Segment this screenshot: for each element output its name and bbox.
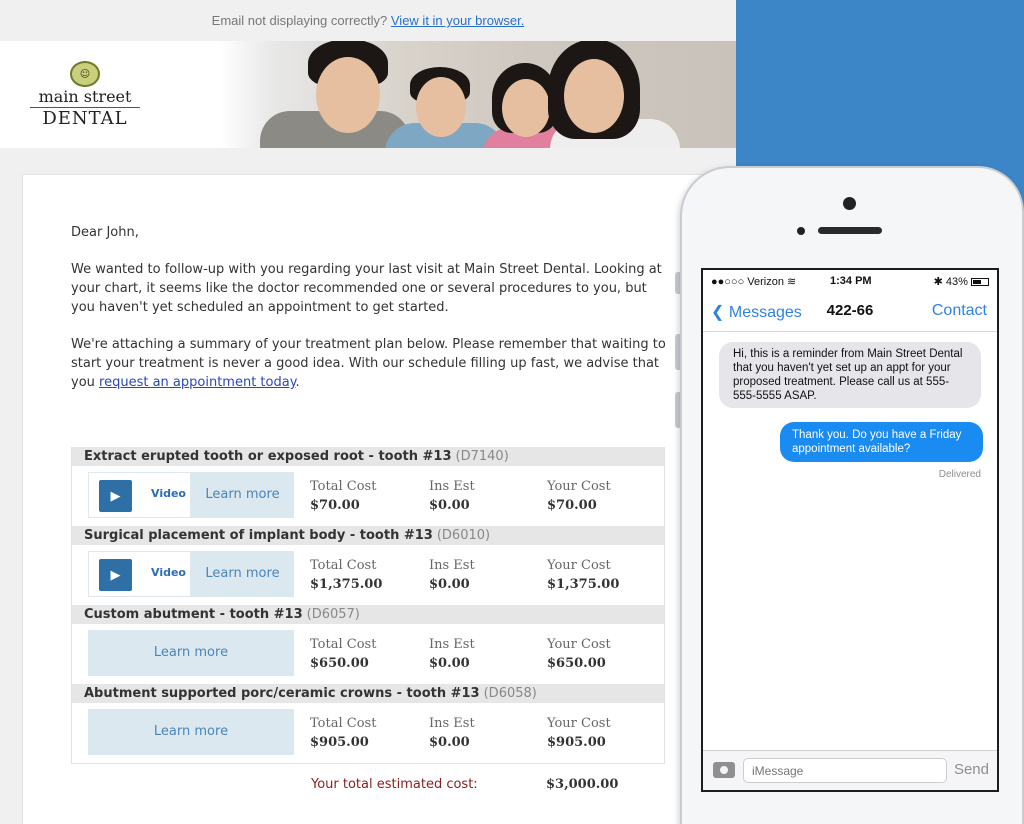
- procedure-row: Learn more Total Cost $650.00 Ins Est $0.0…: [72, 624, 664, 684]
- outgoing-message-bubble: Thank you. Do you have a Friday appointm…: [780, 422, 983, 462]
- procedure-header: Abutment supported porc/ceramic crowns -…: [72, 684, 664, 703]
- total-cost-value: $70.00: [310, 498, 360, 513]
- letter-text: Dear John, We wanted to follow-up with y…: [71, 223, 671, 410]
- view-in-browser-link[interactable]: View it in your browser.: [391, 13, 524, 28]
- wifi-icon: ≋: [787, 276, 797, 288]
- status-bar: ●●○○○ Verizon ≋ 1:34 PM ✱ 43%: [703, 270, 997, 292]
- family-photo: [220, 41, 736, 148]
- total-cost-value: $905.00: [310, 735, 369, 750]
- carrier-signal: ●●○○○ Verizon ≋: [711, 276, 797, 288]
- play-icon: ▶: [99, 559, 132, 591]
- video-button[interactable]: ▶ Video: [88, 472, 191, 518]
- request-appointment-link[interactable]: request an appointment today: [99, 375, 296, 390]
- phone-screen: ●●○○○ Verizon ≋ 1:34 PM ✱ 43% ❮ Messages…: [701, 268, 999, 792]
- paragraph-2: We're attaching a summary of your treatm…: [71, 337, 666, 390]
- learn-more-button[interactable]: Learn more: [88, 709, 294, 755]
- messages-navbar: ❮ Messages 422-66 Contact: [703, 292, 997, 332]
- battery-icon: [971, 278, 989, 286]
- battery-status: ✱ 43%: [934, 275, 989, 288]
- bluetooth-icon: ✱: [933, 276, 943, 288]
- email-body-card: Dear John, We wanted to follow-up with y…: [22, 174, 736, 824]
- procedure-header: Surgical placement of implant body - too…: [72, 526, 664, 545]
- incoming-message-bubble: Hi, this is a reminder from Main Street …: [719, 342, 981, 408]
- email-banner: ☺ main street DENTAL: [0, 41, 736, 148]
- total-estimated-cost-label: Your total estimated cost:: [311, 777, 478, 792]
- procedure-header: Custom abutment - tooth #13 (D6057): [72, 605, 664, 624]
- ins-est-value: $0.00: [429, 577, 470, 592]
- learn-more-button[interactable]: Learn more: [191, 472, 294, 518]
- ins-est-value: $0.00: [429, 735, 470, 750]
- preheader-text: Email not displaying correctly?: [211, 13, 388, 28]
- total-cost-value: $650.00: [310, 656, 369, 671]
- contact-button[interactable]: Contact: [932, 302, 987, 320]
- delivered-status: Delivered: [938, 469, 981, 480]
- earpiece-speaker: [818, 227, 882, 234]
- procedure-row: Learn more Total Cost $905.00 Ins Est $0.0…: [72, 703, 664, 763]
- proximity-sensor: [797, 227, 805, 235]
- procedure-row: ▶ Video Learn more Total Cost $1,375.00 In…: [72, 545, 664, 605]
- learn-more-button[interactable]: Learn more: [88, 630, 294, 676]
- camera-icon[interactable]: [713, 762, 735, 778]
- front-camera: [843, 197, 856, 210]
- compose-bar: Send: [703, 750, 997, 790]
- main-street-dental-logo: ☺ main street DENTAL: [30, 61, 140, 130]
- procedure-header: Extract erupted tooth or exposed root - …: [72, 447, 664, 466]
- greeting: Dear John,: [71, 225, 139, 240]
- your-cost-value: $905.00: [547, 735, 606, 750]
- ins-est-value: $0.00: [429, 498, 470, 513]
- ins-est-value: $0.00: [429, 656, 470, 671]
- total-cost-value: $1,375.00: [310, 577, 383, 592]
- your-cost-value: $70.00: [547, 498, 597, 513]
- total-estimated-cost-value: $3,000.00: [546, 777, 619, 792]
- video-button[interactable]: ▶ Video: [88, 551, 191, 597]
- treatment-plan-table: Extract erupted tooth or exposed root - …: [71, 447, 665, 764]
- tooth-icon: ☺: [70, 61, 100, 87]
- email-preheader: Email not displaying correctly? View it …: [0, 0, 736, 41]
- clock: 1:34 PM: [830, 275, 872, 287]
- send-button[interactable]: Send: [954, 761, 989, 778]
- procedure-row: ▶ Video Learn more Total Cost $70.00 Ins E…: [72, 466, 664, 526]
- imessage-input[interactable]: [743, 758, 947, 783]
- learn-more-button[interactable]: Learn more: [191, 551, 294, 597]
- your-cost-value: $650.00: [547, 656, 606, 671]
- play-icon: ▶: [99, 480, 132, 512]
- paragraph-1: We wanted to follow-up with you regardin…: [71, 262, 662, 315]
- your-cost-value: $1,375.00: [547, 577, 620, 592]
